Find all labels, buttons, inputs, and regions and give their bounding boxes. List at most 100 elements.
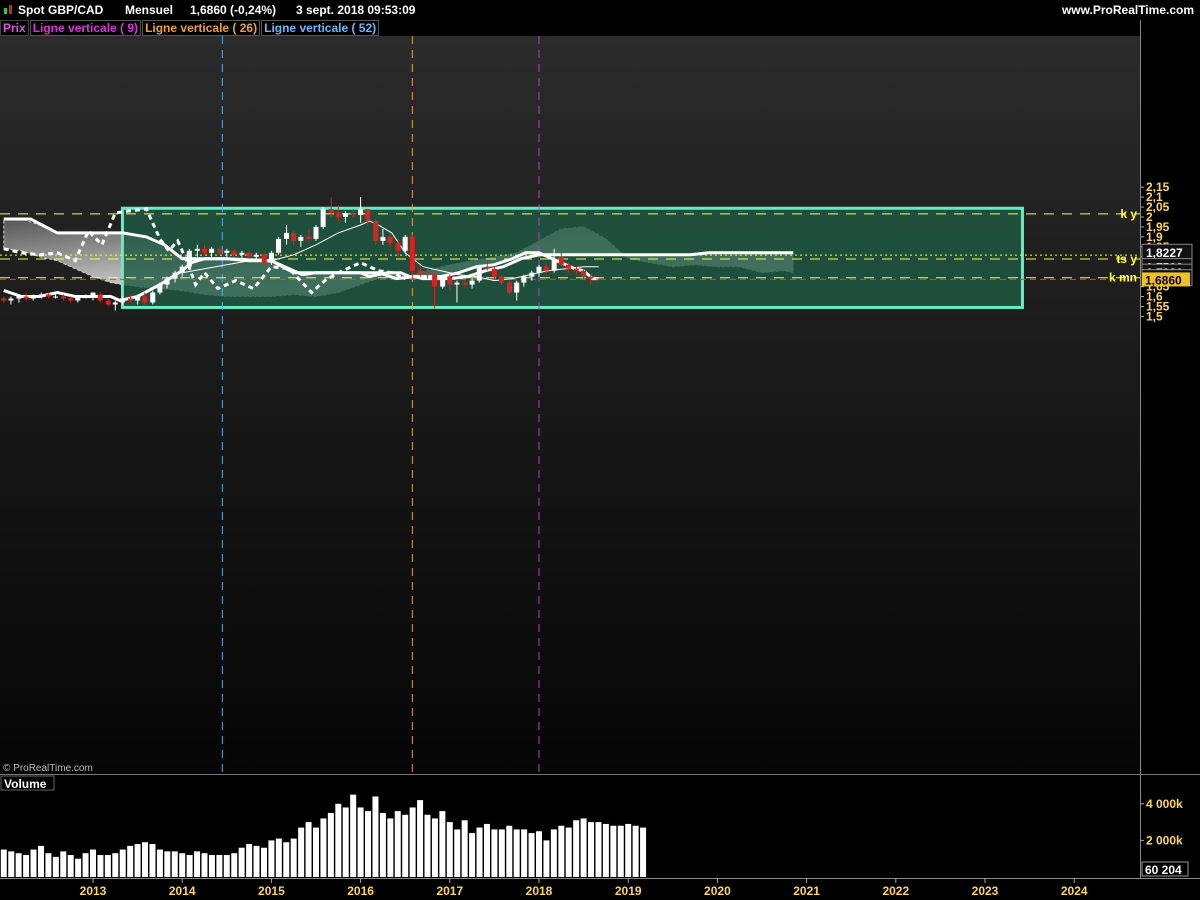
volume-bar	[588, 822, 595, 877]
candle-body	[75, 296, 81, 301]
candle-body	[164, 278, 170, 285]
volume-bar	[37, 845, 44, 877]
volume-bar	[52, 856, 59, 877]
candle-body	[425, 272, 430, 275]
up-candle[interactable]	[402, 234, 408, 253]
candle-body	[68, 298, 74, 301]
candle-body	[447, 276, 453, 285]
x-tick-label: 2024	[1061, 884, 1088, 898]
candle-body	[514, 282, 520, 293]
volume-bar	[253, 845, 260, 877]
volume-bar	[640, 827, 647, 877]
candle-body	[105, 300, 111, 305]
zone-rectangle[interactable]	[120, 206, 1024, 309]
up-candle[interactable]	[150, 290, 156, 305]
volume-bar	[216, 855, 223, 877]
candle-body	[320, 209, 326, 227]
volume-bar	[506, 825, 513, 877]
volume-bar	[268, 840, 275, 877]
volume-bar	[134, 844, 141, 877]
candle-body	[306, 236, 312, 239]
volume-bar	[580, 818, 587, 877]
candle-body	[358, 209, 364, 216]
volume-bar	[573, 820, 580, 877]
volume-bar	[290, 838, 297, 877]
candle-body	[313, 226, 319, 239]
candle-body	[596, 278, 602, 280]
x-tick-label: 2022	[882, 884, 909, 898]
level-label: ts y	[1116, 252, 1137, 266]
volume-bar	[454, 829, 461, 877]
candle-body	[53, 296, 59, 298]
volume-bar	[483, 823, 490, 877]
candle-body	[224, 250, 230, 253]
candle-body	[61, 296, 67, 299]
candle-body	[8, 298, 14, 301]
price-plot-area	[0, 36, 1140, 773]
candle-body	[342, 213, 348, 217]
candle-body	[97, 294, 103, 301]
up-candle[interactable]	[276, 236, 282, 255]
candle-body	[529, 272, 535, 277]
candle-body	[395, 242, 401, 251]
volume-bar	[565, 827, 572, 877]
candle-body	[276, 238, 282, 253]
candle-body	[581, 270, 587, 277]
volume-tick-label: 4 000k	[1146, 797, 1183, 811]
candle-body	[350, 213, 356, 216]
candle-body	[402, 236, 408, 251]
up-candle[interactable]	[476, 264, 482, 283]
up-candle[interactable]	[320, 207, 326, 229]
candle-body	[246, 252, 252, 257]
x-tick-label: 2014	[169, 884, 196, 898]
candle-body	[409, 236, 415, 271]
volume-bar	[424, 814, 431, 877]
candle-body	[476, 266, 482, 281]
candle-body	[469, 280, 475, 285]
candle-body	[507, 282, 513, 293]
volume-bar	[45, 853, 52, 877]
candle-body	[83, 296, 89, 298]
candle-body	[119, 298, 125, 303]
up-candle[interactable]	[268, 250, 274, 265]
candle-body	[521, 276, 527, 283]
volume-bar	[342, 807, 349, 877]
volume-bar	[491, 829, 498, 877]
x-tick-label: 2023	[972, 884, 999, 898]
volume-bar	[417, 800, 424, 877]
down-candle[interactable]	[507, 280, 513, 295]
volume-bar	[558, 825, 565, 877]
candle-body	[150, 292, 156, 303]
candle-body	[558, 256, 564, 265]
volume-bar	[305, 822, 312, 877]
candle-body	[179, 266, 185, 273]
candle-body	[284, 232, 290, 239]
volume-bar	[625, 823, 632, 877]
candle-body	[588, 276, 594, 279]
candle-body	[536, 266, 542, 273]
candle-body	[440, 276, 446, 287]
up-candle[interactable]	[313, 224, 319, 241]
price-chart: k yts yk mn 2,152,12,0521,951,91,851,81,…	[0, 20, 1200, 898]
candle-body	[45, 294, 51, 297]
volume-last-label: 60 204	[1145, 863, 1182, 877]
candle-body	[432, 274, 438, 287]
volume-bar	[372, 796, 379, 877]
volume-bar	[350, 794, 357, 877]
last-price-label: 1,6860	[1145, 273, 1182, 287]
up-candle[interactable]	[440, 274, 446, 289]
volume-bar	[231, 853, 238, 877]
volume-bar	[632, 825, 639, 877]
volume-bar	[409, 807, 416, 877]
up-candle[interactable]	[186, 248, 192, 269]
volume-bar	[461, 820, 468, 877]
volume-bar	[498, 829, 505, 877]
volume-bar	[357, 807, 364, 877]
volume-bar	[201, 853, 208, 877]
volume-bar	[610, 825, 617, 877]
volume-bar	[8, 851, 15, 877]
volume-bar	[119, 849, 126, 877]
volume-bar	[15, 853, 22, 877]
volume-bar	[164, 851, 171, 877]
volume-bar	[186, 855, 193, 877]
